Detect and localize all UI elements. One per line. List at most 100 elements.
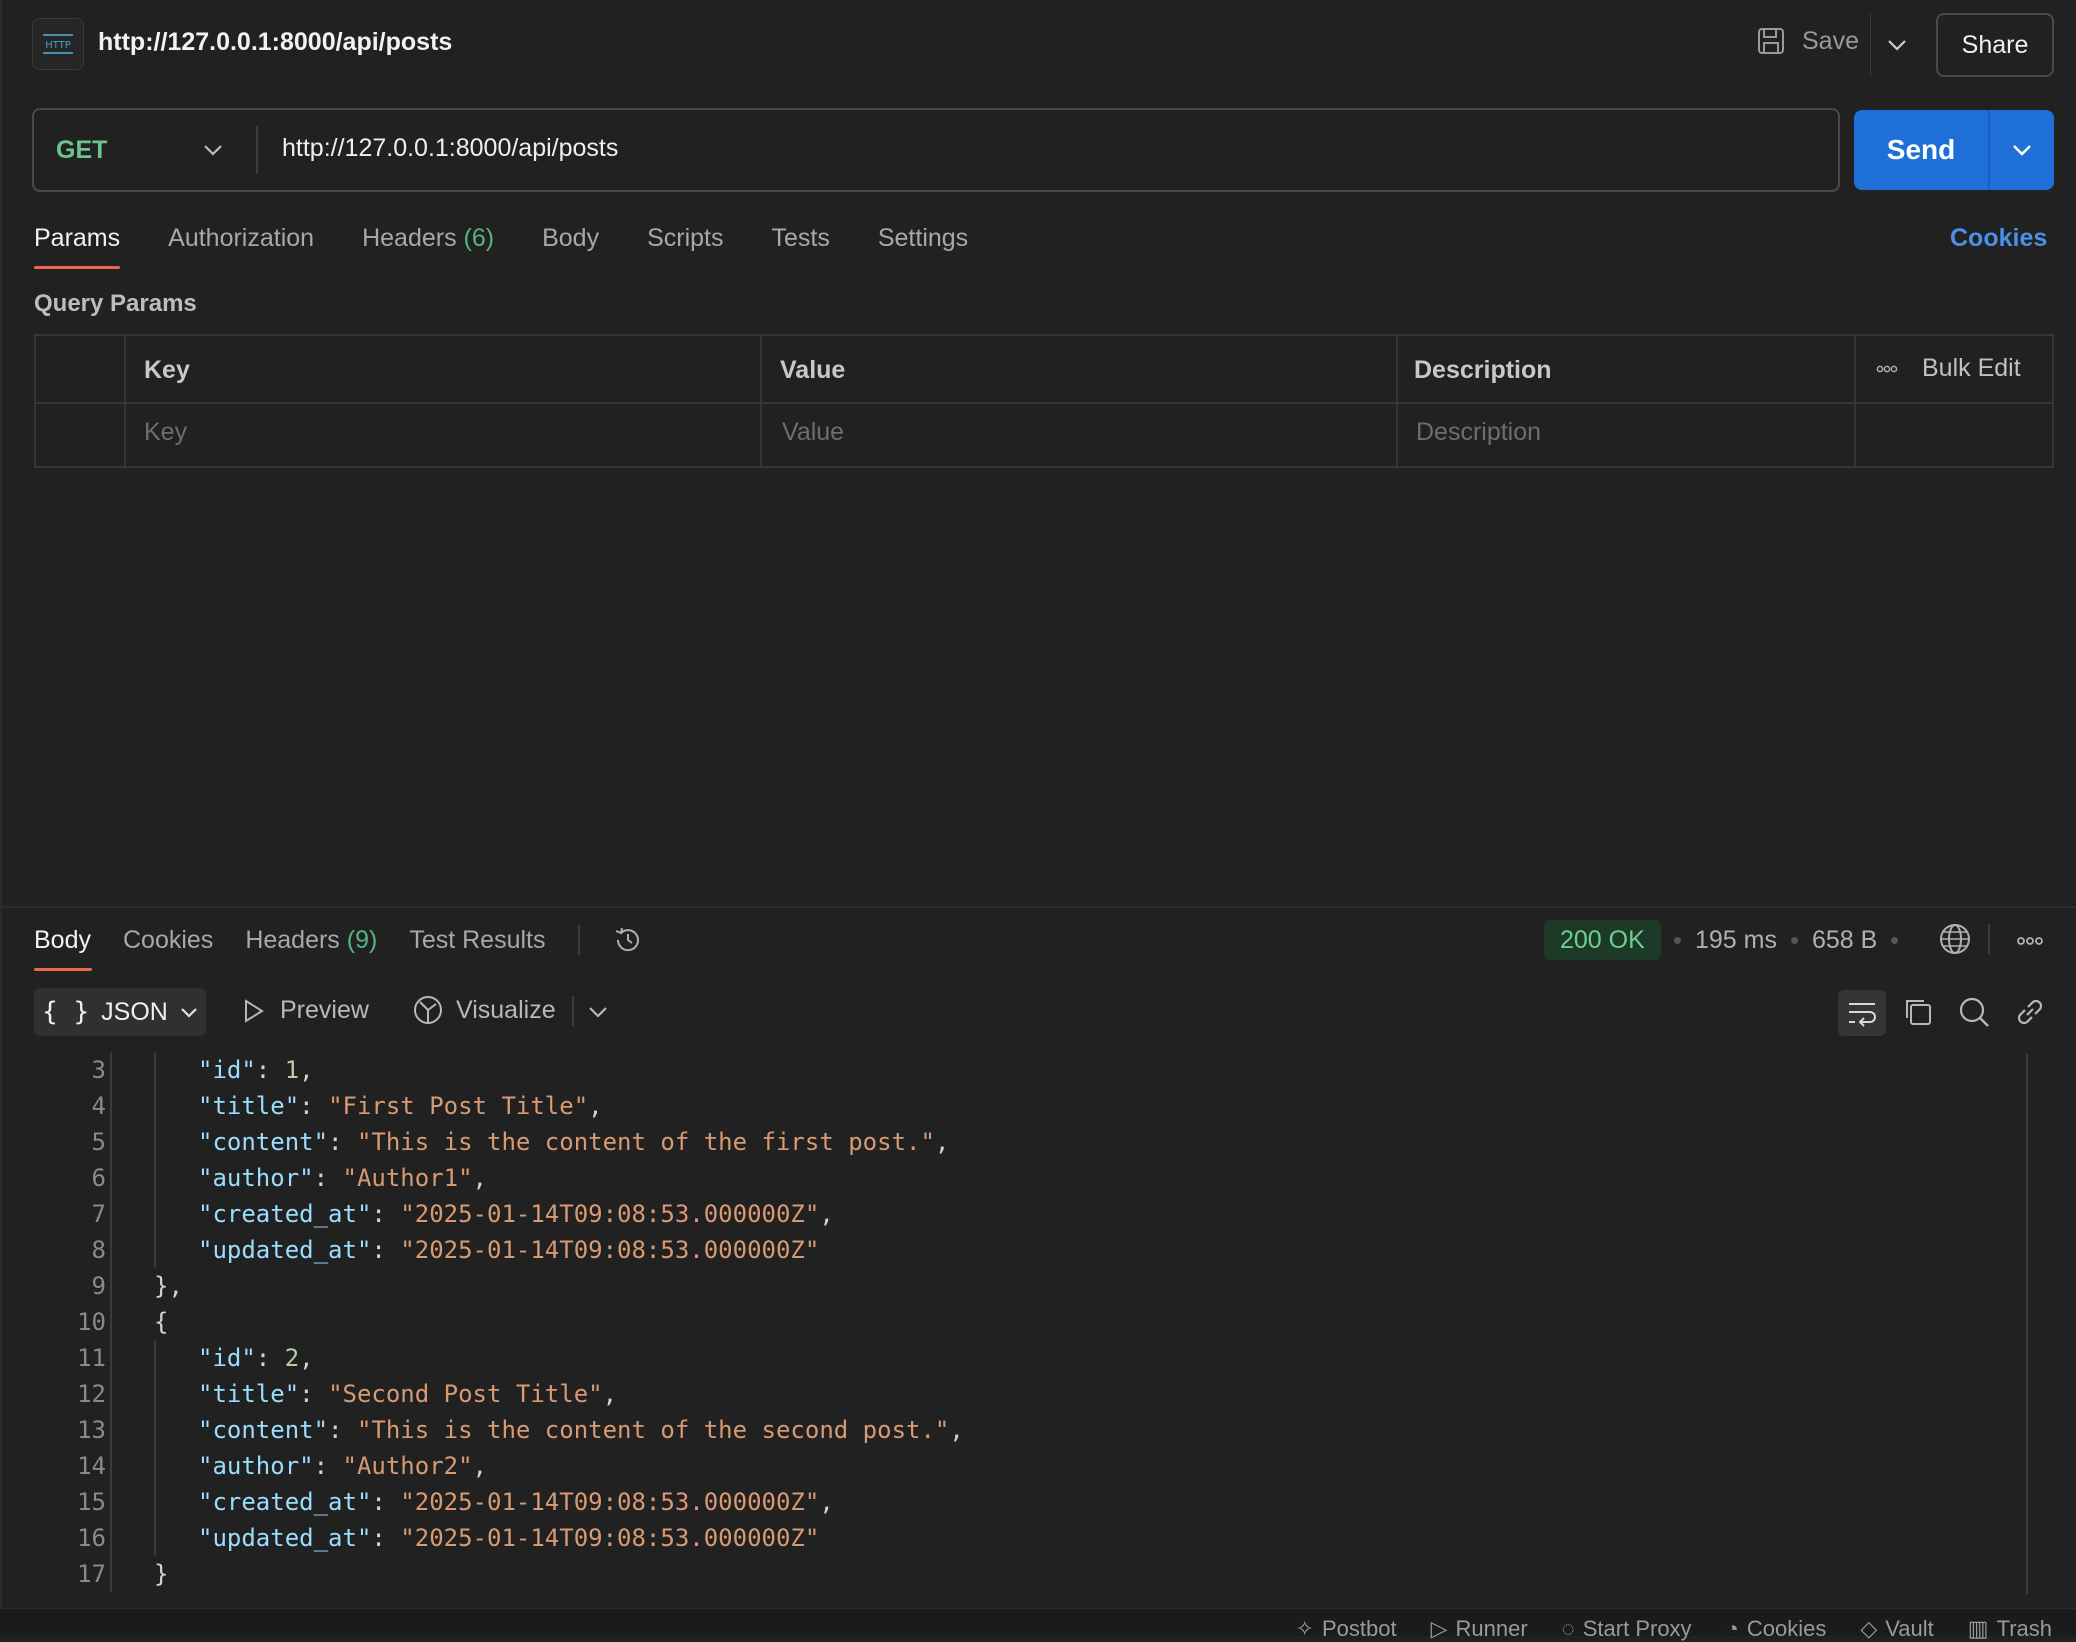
tab-body[interactable]: Body [542,224,599,253]
pane-resize-handle[interactable] [0,906,2076,908]
visualize-button[interactable]: Visualize [412,994,556,1026]
key-input[interactable]: Key [144,418,187,447]
cookies-link[interactable]: Cookies [1950,224,2047,253]
request-title[interactable]: http://127.0.0.1:8000/api/posts [98,28,452,57]
preview-button[interactable]: Preview [242,996,369,1025]
send-button[interactable]: Send [1854,110,1990,190]
footer-vault[interactable]: ◇ Vault [1860,1616,1933,1642]
code-token: "created_at" [198,1488,372,1516]
line-number: 15 [77,1488,106,1516]
line-number: 13 [77,1416,106,1444]
code-token: "2025-01-14T09:08:53.000000Z" [400,1488,820,1516]
response-time[interactable]: 195 ms [1695,926,1777,955]
code-token: { [154,1308,169,1336]
line-number: 6 [91,1164,106,1192]
code-token: , [819,1488,834,1516]
chevron-down-icon [203,144,223,156]
code-line: 17} [34,1556,2028,1592]
tab-response-body[interactable]: Body [34,926,91,955]
scrollbar[interactable] [2026,1054,2028,1594]
copy-icon[interactable] [1902,996,1934,1028]
http-request-icon: HTTP [32,18,84,70]
checkbox-column [36,336,126,466]
chevron-down-icon [2012,144,2032,156]
bulk-edit-button[interactable]: Bulk Edit [1922,354,2021,383]
code-text: "created_at": "2025-01-14T09:08:53.00000… [198,1196,834,1232]
code-line: 13 "content": "This is the content of the… [34,1412,2028,1448]
code-token: "2025-01-14T09:08:53.000000Z" [400,1236,820,1264]
footer-runner[interactable]: ▷ Runner [1431,1616,1528,1642]
code-text: "updated_at": "2025-01-14T09:08:53.00000… [198,1520,819,1556]
tab-response-cookies[interactable]: Cookies [123,926,213,955]
url-input[interactable]: http://127.0.0.1:8000/api/posts [282,134,618,163]
code-line: 9}, [34,1268,2028,1304]
code-token: "title" [198,1380,300,1408]
code-line: 8 "updated_at": "2025-01-14T09:08:53.0000… [34,1232,2028,1268]
svg-text:HTTP: HTTP [45,40,71,51]
save-label: Save [1802,26,1859,55]
tab-authorization[interactable]: Authorization [168,224,314,253]
code-token: "author" [198,1164,314,1192]
method-label: GET [56,135,108,164]
code-token: "This is the content of the second post.… [356,1416,950,1444]
wrap-lines-button[interactable] [1838,990,1886,1036]
share-button[interactable]: Share [1936,13,2054,77]
method-select[interactable]: GET [34,110,258,190]
code-text: "id": 2, [198,1340,314,1376]
response-body-viewer[interactable]: 3 "id": 1, 4 "title": "First Post Title", 5 "… [34,1052,2028,1600]
footer-start-proxy[interactable]: ◌ Start Proxy [1562,1616,1692,1642]
history-icon[interactable] [612,924,644,956]
separator-dot [1674,937,1681,944]
more-options-icon[interactable] [1876,365,1898,373]
chevron-down-icon [180,1007,198,1018]
footer-trash[interactable]: ▥ Trash [1968,1616,2052,1642]
send-options-button[interactable] [1990,110,2054,190]
request-tabs: Params Authorization Headers (6) Body Sc… [34,224,968,253]
tab-test-results[interactable]: Test Results [409,926,545,955]
link-icon[interactable] [2014,996,2046,1028]
line-number: 5 [91,1128,106,1156]
tab-response-headers[interactable]: Headers (9) [245,926,377,955]
separator-dot [1891,937,1899,944]
code-token: , [602,1380,618,1408]
save-button[interactable]: Save [1756,26,1859,56]
code-token: , [472,1452,487,1480]
more-options-icon[interactable] [2016,936,2044,946]
description-input[interactable]: Description [1416,418,1541,447]
tab-scripts[interactable]: Scripts [647,224,723,253]
code-line: 11 "id": 2, [34,1340,2028,1376]
save-options-button[interactable] [1870,14,1922,76]
tab-tests[interactable]: Tests [771,224,829,253]
code-token: : [255,1344,285,1372]
tab-params[interactable]: Params [34,224,120,253]
code-token: : [371,1488,401,1516]
code-token: "id" [198,1344,256,1372]
window-edge [0,0,2,1636]
line-number: 12 [77,1380,106,1408]
tab-settings[interactable]: Settings [878,224,968,253]
footer-cookies[interactable]: ◔ Cookies [1726,1616,1827,1642]
footer-postbot[interactable]: ✧ Postbot [1296,1616,1397,1642]
format-select[interactable]: { } JSON [34,988,206,1036]
code-token: , [819,1200,834,1228]
line-number: 8 [91,1236,106,1264]
code-token: "content" [198,1128,329,1156]
code-token: : [299,1380,329,1408]
chevron-down-icon[interactable] [588,1006,608,1018]
tab-response-headers-count: (9) [346,925,378,954]
code-token: } [154,1560,169,1588]
code-token: , [299,1344,314,1372]
cookie-icon: ◔ [1725,1616,1739,1641]
search-icon[interactable] [1958,996,1990,1028]
response-size[interactable]: 658 B [1812,926,1877,955]
tab-headers[interactable]: Headers (6) [362,224,494,253]
code-token: "title" [198,1092,300,1120]
code-text: "title": "Second Post Title", [198,1376,617,1412]
code-line: 6 "author": "Author1", [34,1160,2028,1196]
footer-label: Trash [1996,1616,2052,1641]
status-badge[interactable]: 200 OK [1544,920,1661,960]
globe-icon[interactable] [1938,922,1972,956]
value-input[interactable]: Value [782,418,844,447]
code-token: "updated_at" [198,1236,372,1264]
tab-response-headers-label: Headers [245,925,340,954]
